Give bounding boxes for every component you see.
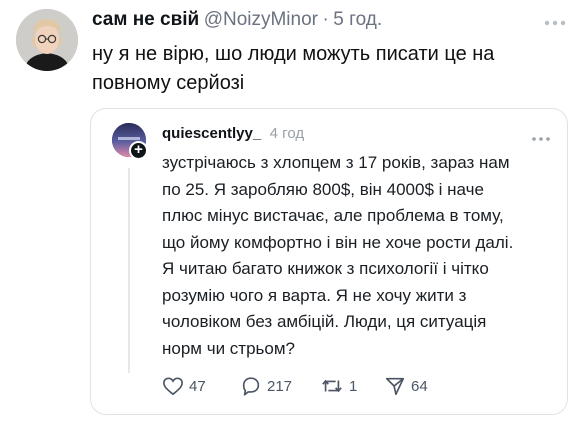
like-count: 47 — [189, 377, 206, 395]
tweet-text: ну я не вірю, шо люди можуть писати це н… — [92, 40, 562, 98]
author-handle[interactable]: @NoizyMinor — [204, 9, 318, 30]
quoted-tweet-header: quiescentlyy_ 4 год — [162, 125, 304, 147]
more-dots-icon[interactable] — [530, 130, 552, 141]
quoted-time[interactable]: 4 год — [270, 125, 304, 142]
more-dots-icon[interactable] — [542, 15, 568, 26]
quoted-tweet-text: зустрічаюсь з хлопцем з 17 років, зараз … — [162, 150, 554, 362]
share-count: 64 — [411, 377, 428, 395]
separator-dot: · — [322, 9, 329, 30]
quoted-text-line: Я читаю багато книжок з психології і чіт… — [162, 259, 489, 278]
like-button[interactable]: 47 — [162, 374, 206, 398]
reply-count: 217 — [267, 377, 293, 395]
quoted-text-line: по 25. Я заробляю 800$, він 4000$ і наче — [162, 179, 484, 199]
author-avatar[interactable] — [16, 9, 78, 71]
heart-icon — [162, 376, 184, 396]
repost-icon — [320, 375, 344, 397]
action-bar: 47 217 1 64 — [162, 374, 542, 398]
quoted-text-line: чоловіком без амбіцій. Люди, ця ситуація — [162, 312, 487, 331]
quoted-text-line: розумію чого я варта. Я не хочу жити з — [162, 285, 467, 305]
repost-button[interactable]: 1 — [320, 374, 357, 398]
quoted-text-line: зустрічаюсь з хлопцем з 17 років, зараз … — [162, 153, 510, 172]
quoted-username[interactable]: quiescentlyy_ — [162, 125, 261, 142]
quoted-text-line: норм чи стрьом? — [162, 338, 295, 358]
share-button[interactable]: 64 — [384, 374, 428, 398]
author-avatar-image — [16, 9, 78, 71]
thread-line — [128, 168, 130, 373]
repost-count: 1 — [349, 377, 358, 395]
quoted-text-line: плюс мінус вистачає, але проблема в тому… — [162, 206, 504, 225]
follow-plus-badge[interactable]: + — [129, 141, 148, 160]
reply-bubble-icon — [240, 375, 262, 397]
tweet-text-line: повному серйозі — [92, 72, 245, 94]
tweet-text-line: ну я не вірю, шо люди можуть писати це н… — [92, 43, 495, 65]
reply-button[interactable]: 217 — [240, 374, 292, 398]
share-plane-icon — [384, 375, 406, 397]
author-name[interactable]: сам не свій — [92, 9, 199, 30]
tweet-time[interactable]: 5 год. — [333, 9, 382, 30]
tweet-header: сам не свій @NoizyMinor · 5 год. — [92, 9, 568, 35]
quoted-text-line: що йому комфортно і він не хоче рости да… — [162, 232, 514, 252]
